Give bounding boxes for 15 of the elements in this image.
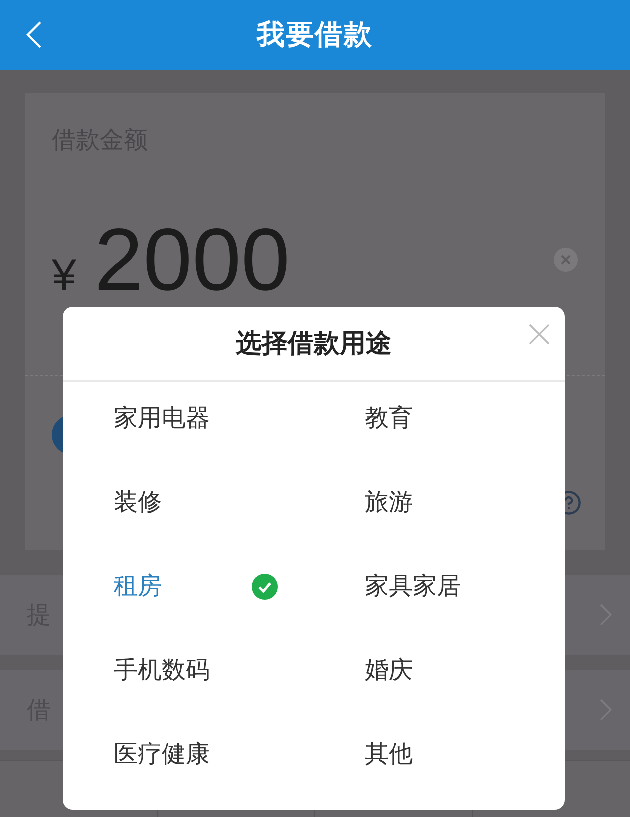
- option-item[interactable]: 家具家居: [314, 550, 565, 634]
- option-item[interactable]: 装修: [63, 466, 314, 550]
- option-item[interactable]: 其他: [314, 718, 565, 802]
- chevron-left-icon: [26, 21, 42, 49]
- option-item[interactable]: 医疗健康: [63, 718, 314, 802]
- option-item[interactable]: 教育: [314, 382, 565, 466]
- option-item[interactable]: 手机数码: [63, 634, 314, 718]
- page-title: 我要借款: [257, 18, 373, 52]
- check-icon: [252, 574, 278, 600]
- option-item[interactable]: 家用电器: [63, 382, 314, 466]
- dialog-title: 选择借款用途: [236, 328, 392, 360]
- currency-symbol: ¥: [52, 254, 76, 298]
- option-item[interactable]: 婚庆: [314, 634, 565, 718]
- option-item[interactable]: 旅游: [314, 466, 565, 550]
- option-item[interactable]: 租房: [63, 550, 314, 634]
